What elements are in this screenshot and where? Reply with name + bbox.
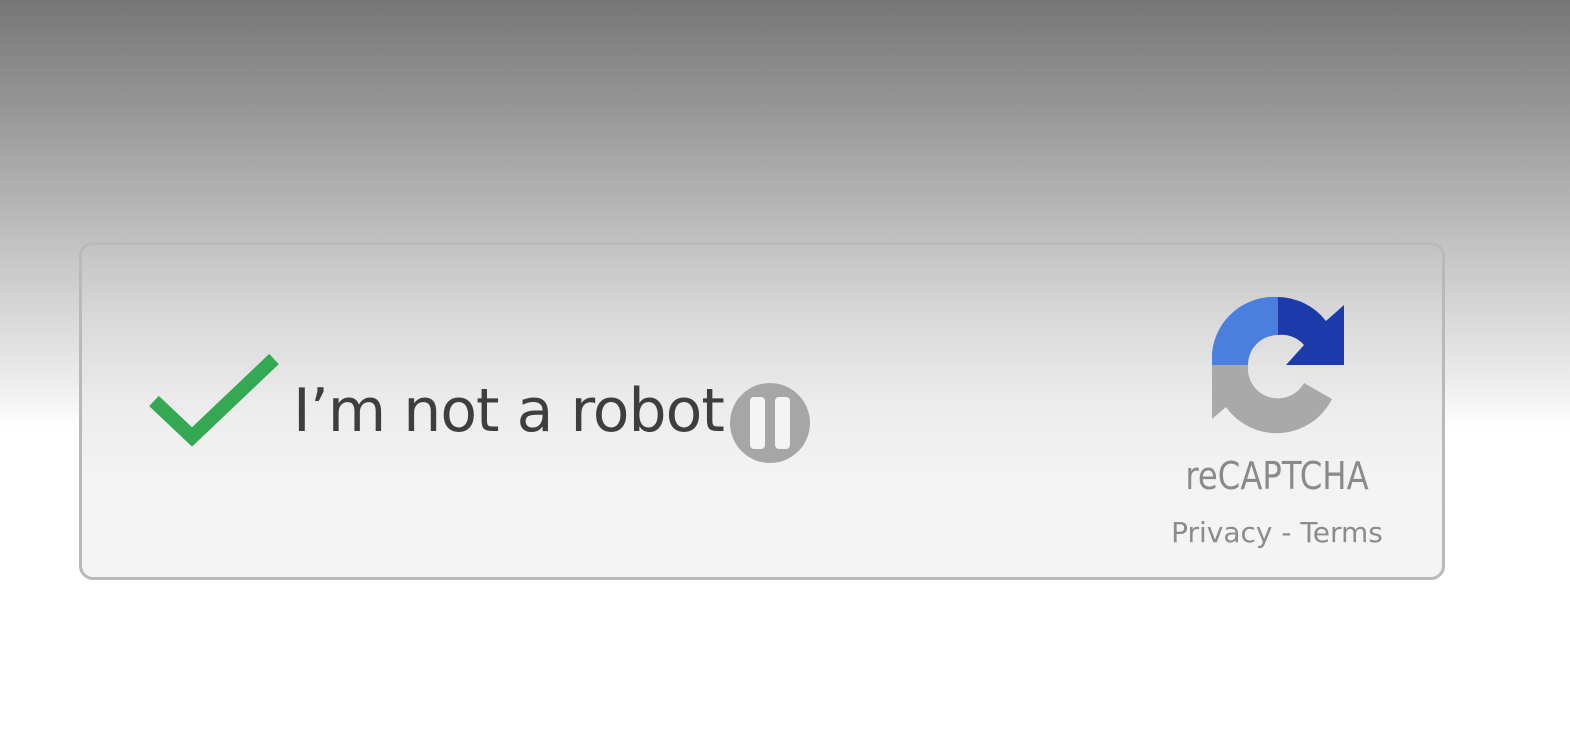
pause-icon: [750, 397, 765, 449]
pause-icon-bar: [775, 397, 790, 449]
recaptcha-widget: I’m not a robot reCAPTCHA Privacy - Term…: [79, 242, 1445, 580]
pause-button[interactable]: [730, 383, 810, 463]
checkmark-icon: [149, 353, 279, 447]
robot-checkbox[interactable]: [148, 353, 280, 453]
checkbox-label: I’m not a robot: [293, 376, 725, 446]
terms-link[interactable]: Terms: [1300, 516, 1382, 549]
legal-links: Privacy - Terms: [1122, 519, 1432, 547]
privacy-link[interactable]: Privacy: [1171, 516, 1272, 549]
recaptcha-logo-icon: [1208, 295, 1348, 435]
links-separator: -: [1272, 516, 1301, 549]
recaptcha-brand: reCAPTCHA: [1185, 454, 1369, 498]
